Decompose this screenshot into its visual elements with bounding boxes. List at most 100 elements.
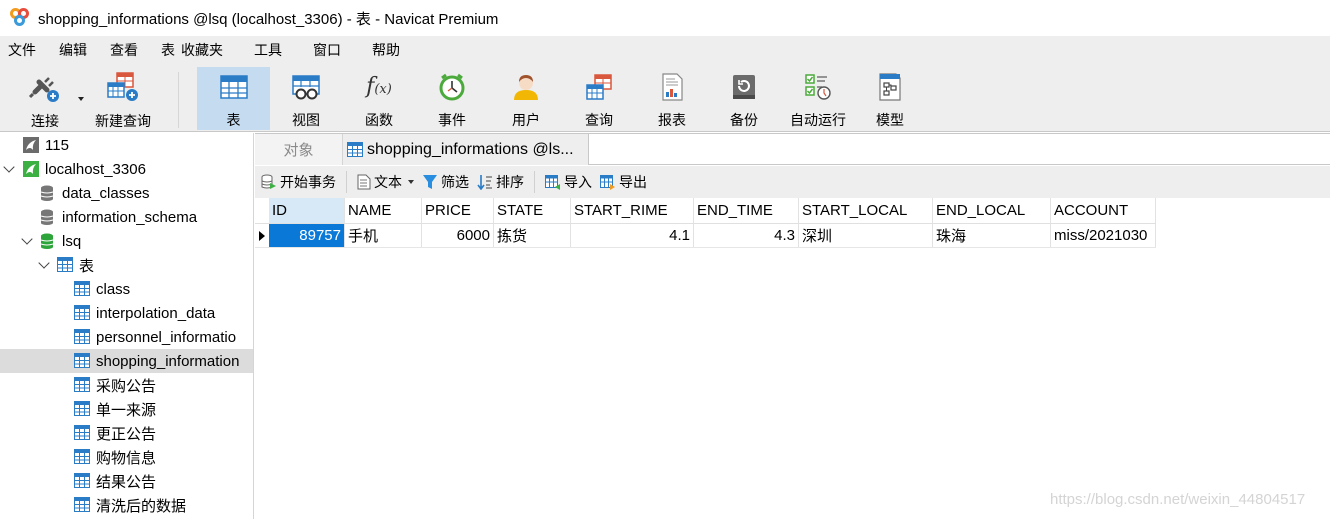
column-header[interactable]: END_TIME bbox=[694, 198, 799, 223]
tree-item-table[interactable]: interpolation_data bbox=[0, 301, 253, 325]
tab-shopping-informations[interactable]: shopping_informations @ls... bbox=[343, 134, 589, 165]
chevron-down-icon[interactable] bbox=[3, 161, 15, 173]
connect-button[interactable]: 连接 bbox=[18, 67, 72, 130]
report-button[interactable]: 报表 bbox=[641, 67, 703, 130]
tree-item-database-lsq[interactable]: lsq bbox=[0, 229, 253, 253]
current-row-indicator-icon[interactable] bbox=[255, 224, 269, 247]
column-header[interactable]: ID bbox=[269, 198, 345, 223]
column-header[interactable]: STATE bbox=[494, 198, 571, 223]
database-icon bbox=[40, 185, 54, 201]
column-header[interactable]: ACCOUNT bbox=[1051, 198, 1156, 223]
table-cell[interactable]: 89757 bbox=[269, 224, 345, 247]
table-cell[interactable]: 6000 bbox=[422, 224, 494, 247]
query-icon bbox=[584, 70, 614, 103]
tree-item-database-information-schema[interactable]: information_schema bbox=[0, 205, 253, 229]
navigation-tree: 115 localhost_3306 data_classes informat… bbox=[0, 133, 254, 519]
menu-window[interactable]: 窗口 bbox=[304, 36, 363, 64]
tab-bar: 对象 shopping_informations @ls... bbox=[255, 133, 1330, 165]
column-header[interactable]: START_RIME bbox=[571, 198, 694, 223]
mysql-connection-icon bbox=[23, 137, 39, 153]
table-icon bbox=[347, 142, 363, 157]
tree-item-connection-115[interactable]: 115 bbox=[0, 133, 253, 157]
export-icon bbox=[600, 174, 616, 190]
table-cell[interactable]: 拣货 bbox=[494, 224, 571, 247]
grid-header-row: ID NAME PRICE STATE START_RIME END_TIME START_… bbox=[255, 198, 1156, 224]
table-cell[interactable]: 手机 bbox=[345, 224, 422, 247]
query-label: 查询 bbox=[585, 112, 613, 128]
toolbar-separator bbox=[178, 72, 179, 128]
function-label: 函数 bbox=[365, 112, 393, 128]
table-cell[interactable]: 珠海 bbox=[933, 224, 1051, 247]
connect-dropdown-arrow[interactable] bbox=[78, 97, 84, 101]
new-query-button[interactable]: 新建查询 bbox=[88, 67, 158, 130]
column-header[interactable]: PRICE bbox=[422, 198, 494, 223]
event-button[interactable]: 事件 bbox=[421, 67, 483, 130]
menu-help[interactable]: 帮助 bbox=[363, 36, 409, 64]
tree-item-tables-folder[interactable]: 表 bbox=[0, 253, 253, 277]
view-button[interactable]: 视图 bbox=[275, 67, 337, 130]
user-button[interactable]: 用户 bbox=[495, 67, 557, 130]
menu-view[interactable]: 查看 bbox=[101, 36, 152, 64]
text-view-button[interactable]: 文本 bbox=[353, 166, 418, 198]
column-header[interactable]: START_LOCAL bbox=[799, 198, 933, 223]
new-query-label: 新建查询 bbox=[95, 113, 151, 129]
tree-item-table[interactable]: 更正公告 bbox=[0, 421, 253, 445]
auto-run-button[interactable]: 自动运行 bbox=[785, 67, 851, 130]
import-icon bbox=[545, 174, 561, 190]
menu-edit[interactable]: 编辑 bbox=[50, 36, 101, 64]
query-button[interactable]: 查询 bbox=[568, 67, 630, 130]
mysql-connection-active-icon bbox=[23, 161, 39, 177]
table-cell[interactable]: 深圳 bbox=[799, 224, 933, 247]
menu-file[interactable]: 文件 bbox=[0, 36, 50, 64]
table-button[interactable]: 表 bbox=[197, 67, 270, 130]
tree-item-label: 结果公告 bbox=[96, 473, 157, 491]
table-cell[interactable]: 4.1 bbox=[571, 224, 694, 247]
column-header[interactable]: NAME bbox=[345, 198, 422, 223]
tree-item-table[interactable]: personnel_informatio bbox=[0, 325, 253, 349]
navicat-logo-icon bbox=[10, 7, 32, 29]
tree-item-label: 购物信息 bbox=[96, 449, 157, 467]
tree-item-table[interactable]: 单一来源 bbox=[0, 397, 253, 421]
tree-item-label: data_classes bbox=[62, 184, 150, 202]
tree-item-table[interactable]: 采购公告 bbox=[0, 373, 253, 397]
table-icon bbox=[74, 281, 90, 296]
new-query-icon bbox=[105, 70, 141, 104]
tables-folder-icon bbox=[57, 257, 73, 272]
tree-item-table[interactable]: 清洗后的数据 bbox=[0, 493, 253, 517]
table-row[interactable]: 89757 手机 6000 拣货 4.1 4.3 深圳 珠海 miss/2021030 bbox=[255, 224, 1156, 248]
tree-item-database-data-classes[interactable]: data_classes bbox=[0, 181, 253, 205]
column-header[interactable]: END_LOCAL bbox=[933, 198, 1051, 223]
chevron-down-icon[interactable] bbox=[38, 257, 50, 269]
table-cell[interactable]: 4.3 bbox=[694, 224, 799, 247]
menu-tools[interactable]: 工具 bbox=[245, 36, 304, 64]
sort-label: 排序 bbox=[496, 174, 524, 190]
tree-item-connection-localhost[interactable]: localhost_3306 bbox=[0, 157, 253, 181]
begin-transaction-button[interactable]: 开始事务 bbox=[255, 166, 340, 198]
tree-item-table[interactable]: 结果公告 bbox=[0, 469, 253, 493]
begin-transaction-label: 开始事务 bbox=[280, 174, 336, 190]
model-button[interactable]: 模型 bbox=[860, 67, 920, 130]
table-icon bbox=[74, 497, 90, 512]
menu-table[interactable]: 表 bbox=[152, 36, 175, 64]
tree-item-label: localhost_3306 bbox=[45, 160, 146, 178]
import-button[interactable]: 导入 bbox=[541, 166, 596, 198]
tree-item-table[interactable]: class bbox=[0, 277, 253, 301]
window-title: shopping_informations @lsq (localhost_33… bbox=[38, 10, 499, 28]
event-label: 事件 bbox=[438, 112, 466, 128]
sort-button[interactable]: 排序 bbox=[473, 166, 528, 198]
function-button[interactable]: f(x) 函数 bbox=[348, 67, 410, 130]
tree-item-table[interactable]: shopping_information bbox=[0, 349, 253, 373]
export-button[interactable]: 导出 bbox=[596, 166, 651, 198]
tree-item-label: shopping_information bbox=[96, 352, 240, 370]
backup-button[interactable]: 备份 bbox=[713, 67, 775, 130]
chevron-down-icon[interactable] bbox=[21, 233, 33, 245]
menu-favorites[interactable]: 收藏夹 bbox=[175, 36, 245, 64]
text-view-dropdown-icon[interactable] bbox=[408, 180, 414, 184]
filter-button[interactable]: 筛选 bbox=[418, 166, 473, 198]
main-toolbar: 连接 新建查询 表 视图 f(x) 函数 事件 用户 查询 报表 备份 自动运行… bbox=[0, 64, 1330, 132]
table-cell[interactable]: miss/2021030 bbox=[1051, 224, 1156, 247]
tree-item-label: personnel_informatio bbox=[96, 328, 237, 346]
tree-item-table[interactable]: 购物信息 bbox=[0, 445, 253, 469]
table-icon bbox=[74, 449, 90, 464]
tab-objects[interactable]: 对象 bbox=[255, 134, 343, 165]
